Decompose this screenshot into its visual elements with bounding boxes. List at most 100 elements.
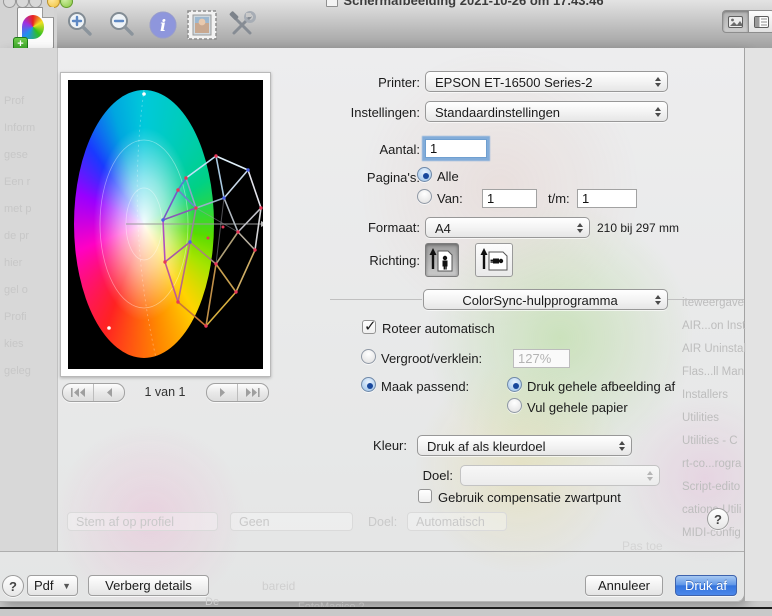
background-bleed-line: kies bbox=[4, 331, 57, 358]
panel-help-button[interactable]: ? bbox=[707, 508, 729, 530]
background-bleed-line: gel o bbox=[4, 277, 57, 304]
portrait-icon bbox=[429, 247, 455, 273]
zoom-in-icon[interactable] bbox=[63, 9, 97, 41]
pdf-label: Pdf bbox=[34, 578, 54, 593]
orientation-landscape-button[interactable] bbox=[475, 243, 513, 277]
stepper-arrows-icon bbox=[577, 223, 583, 233]
background-bleed-line: Utilities - C bbox=[682, 430, 770, 453]
background-bleed-line: Installers bbox=[682, 384, 770, 407]
printer-label: Printer: bbox=[300, 75, 420, 90]
bleed-none-select: Geen bbox=[230, 512, 353, 531]
scale-radio[interactable] bbox=[361, 349, 376, 364]
bleed-target-label: Doel: bbox=[368, 515, 397, 529]
fit-radio[interactable] bbox=[361, 377, 376, 392]
stepper-arrows-icon bbox=[655, 77, 661, 87]
pages-to-label: t/m: bbox=[548, 191, 570, 206]
stepper-arrows-icon bbox=[655, 107, 661, 117]
pages-from-input[interactable] bbox=[482, 189, 537, 208]
orientation-portrait-button[interactable] bbox=[425, 243, 459, 277]
background-bleed-line: de pr bbox=[4, 223, 57, 250]
print-button[interactable]: Druk af bbox=[675, 575, 737, 596]
previous-page-button[interactable] bbox=[93, 384, 124, 401]
background-bleed-line: AIR...on Inst bbox=[682, 315, 770, 338]
sidebar-view-icon[interactable] bbox=[749, 10, 772, 33]
tools-icon[interactable] bbox=[225, 9, 259, 41]
pager-forward-group bbox=[206, 383, 269, 402]
fit-full-image-label: Druk gehele afbeelding af bbox=[527, 379, 675, 394]
info-icon[interactable]: i bbox=[146, 9, 180, 41]
paper-dimensions: 210 bij 297 mm bbox=[597, 221, 679, 235]
pages-all-radio[interactable] bbox=[417, 167, 432, 182]
presets-select[interactable]: Standaardinstellingen bbox=[425, 101, 668, 122]
background-bleed-line: hier bbox=[4, 250, 57, 277]
gamut-wireframe bbox=[68, 80, 263, 369]
pages-to-input[interactable] bbox=[577, 189, 637, 208]
screenshot-root: Schermafbeelding 2021-10-26 om 17.43.46 … bbox=[0, 0, 772, 616]
color-select[interactable]: Druk af als kleurdoel bbox=[417, 435, 632, 456]
pdf-menu-button[interactable]: Pdf ▼ bbox=[27, 575, 78, 596]
copies-label: Aantal: bbox=[300, 142, 420, 157]
fit-fill-paper-label: Vul gehele papier bbox=[527, 400, 628, 415]
scale-input[interactable] bbox=[513, 349, 570, 368]
window-title: Schermafbeelding 2021-10-26 om 17.43.46 bbox=[300, 0, 630, 8]
background-bleed-text-left: ProfInformgeseEen rmet pde prhiergel oPr… bbox=[0, 48, 57, 385]
scale-label: Vergroot/verklein: bbox=[381, 351, 482, 366]
paper-size-label: Formaat: bbox=[300, 220, 420, 235]
panel-separator-left bbox=[330, 299, 422, 300]
next-page-button[interactable] bbox=[207, 384, 237, 401]
fit-label: Maak passend: bbox=[381, 379, 469, 394]
gamut-preview-image bbox=[68, 80, 263, 369]
background-bleed-line: geleg bbox=[4, 358, 57, 385]
last-page-button[interactable] bbox=[237, 384, 268, 401]
panel-value: ColorSync-hulpprogramma bbox=[462, 293, 617, 308]
background-bleed-line: Inform bbox=[4, 115, 57, 142]
stepper-arrows-icon bbox=[647, 471, 653, 481]
stamp-selection-icon[interactable] bbox=[185, 9, 219, 41]
target-label: Doel: bbox=[373, 468, 453, 483]
background-bleed-text: bareid bbox=[262, 579, 295, 593]
pages-all-label: Alle bbox=[437, 169, 459, 184]
document-fold bbox=[42, 7, 54, 18]
paper-size-value: A4 bbox=[435, 221, 451, 236]
zoom-out-icon[interactable] bbox=[105, 9, 139, 41]
print-preview-frame bbox=[60, 72, 271, 377]
color-wheel-icon bbox=[22, 15, 44, 39]
dialog-help-button[interactable]: ? bbox=[2, 575, 24, 597]
bleed-profile-select: Stem af op profiel bbox=[67, 512, 218, 531]
background-bleed-line: met p bbox=[4, 196, 57, 223]
background-bleed-line: Een r bbox=[4, 169, 57, 196]
paper-size-select[interactable]: A4 bbox=[425, 217, 590, 238]
stepper-arrows-icon bbox=[655, 295, 661, 305]
color-label: Kleur: bbox=[327, 438, 407, 453]
target-select[interactable] bbox=[460, 465, 660, 486]
pages-from-label: Van: bbox=[437, 191, 463, 206]
auto-rotate-checkbox[interactable] bbox=[362, 320, 376, 334]
black-point-checkbox[interactable] bbox=[418, 489, 432, 503]
document-proxy-icon bbox=[326, 0, 338, 7]
black-point-label: Gebruik compensatie zwartpunt bbox=[438, 490, 621, 505]
background-bleed-line: Script-edito bbox=[682, 476, 770, 499]
cancel-label: Annuleer bbox=[598, 578, 650, 593]
background-bleed-line: iteweergave bbox=[682, 292, 770, 315]
orientation-label: Richting: bbox=[300, 253, 420, 268]
bottom-bar-separator bbox=[0, 551, 744, 552]
copies-input[interactable] bbox=[425, 139, 487, 158]
colorsync-document-icon[interactable]: + bbox=[17, 7, 54, 49]
cancel-button[interactable]: Annuleer bbox=[585, 575, 663, 596]
pages-label: Pagina's: bbox=[300, 170, 420, 185]
background-bleed-line: Flas...ll Man bbox=[682, 361, 770, 384]
first-page-button[interactable] bbox=[63, 384, 93, 401]
window-behind-left-strip: ProfInformgeseEen rmet pde prhiergel oPr… bbox=[0, 48, 58, 551]
hide-details-button[interactable]: Verberg details bbox=[88, 575, 209, 596]
printer-select[interactable]: EPSON ET-16500 Series-2 bbox=[425, 71, 668, 92]
fit-fill-paper-radio[interactable] bbox=[507, 398, 522, 413]
panel-select[interactable]: ColorSync-hulpprogramma bbox=[423, 289, 668, 310]
fit-full-image-radio[interactable] bbox=[507, 377, 522, 392]
view-mode-segmented-control bbox=[722, 10, 772, 31]
pages-range-radio[interactable] bbox=[417, 189, 432, 204]
background-bleed-line: Profi bbox=[4, 304, 57, 331]
presets-value: Standaardinstellingen bbox=[435, 105, 560, 120]
image-view-icon[interactable] bbox=[722, 10, 749, 33]
background-bleed-line: AIR Uninstal bbox=[682, 338, 770, 361]
background-bleed-line: Utilities bbox=[682, 407, 770, 430]
